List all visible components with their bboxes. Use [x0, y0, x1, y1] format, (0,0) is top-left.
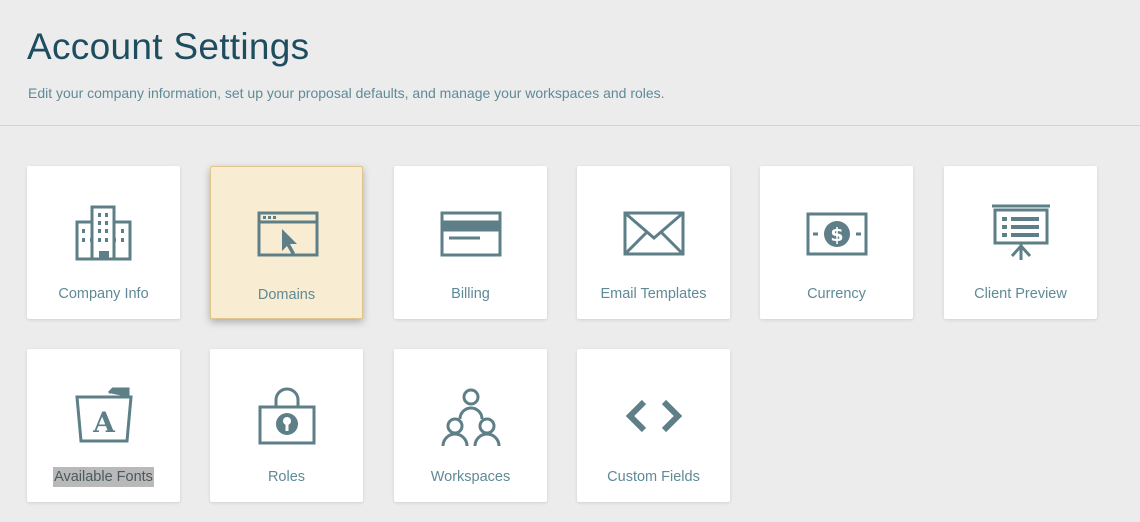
available-fonts-card[interactable]: A Available Fonts	[27, 349, 180, 502]
company-info-label: Company Info	[58, 286, 149, 302]
custom-fields-label: Custom Fields	[607, 469, 700, 485]
domains-label: Domains	[257, 287, 316, 303]
presentation-board-icon	[990, 202, 1052, 264]
dollar-bill-icon: $	[806, 202, 868, 264]
people-group-icon	[440, 385, 502, 447]
company-info-card[interactable]: Company Info	[27, 166, 180, 319]
envelope-icon	[623, 202, 685, 264]
custom-fields-card[interactable]: Custom Fields	[577, 349, 730, 502]
font-folder-icon: A	[73, 385, 135, 447]
available-fonts-label: Available Fonts	[27, 467, 180, 487]
currency-card[interactable]: $ Currency	[760, 166, 913, 319]
workspaces-card[interactable]: Workspaces	[394, 349, 547, 502]
browser-cursor-icon	[257, 203, 319, 265]
page-title: Account Settings	[27, 26, 310, 67]
available-fonts-selected-text: Available Fonts	[53, 467, 154, 487]
billing-label: Billing	[451, 286, 490, 302]
svg-text:A: A	[92, 406, 116, 439]
client-preview-label: Client Preview	[974, 286, 1067, 302]
roles-label: Roles	[267, 469, 306, 485]
page-subtitle: Edit your company information, set up yo…	[28, 85, 665, 101]
credit-card-icon	[440, 202, 502, 264]
page-header: Account Settings Edit your company infor…	[0, 0, 1140, 126]
svg-text:$: $	[830, 224, 843, 246]
building-icon	[73, 202, 135, 264]
workspaces-label: Workspaces	[430, 469, 511, 485]
currency-label: Currency	[807, 286, 866, 302]
domains-card[interactable]: Domains	[210, 166, 363, 319]
padlock-icon	[256, 385, 318, 447]
client-preview-card[interactable]: Client Preview	[944, 166, 1097, 319]
email-templates-card[interactable]: Email Templates	[577, 166, 730, 319]
code-brackets-icon	[623, 385, 685, 447]
billing-card[interactable]: Billing	[394, 166, 547, 319]
roles-card[interactable]: Roles	[210, 349, 363, 502]
email-templates-label: Email Templates	[600, 286, 707, 302]
